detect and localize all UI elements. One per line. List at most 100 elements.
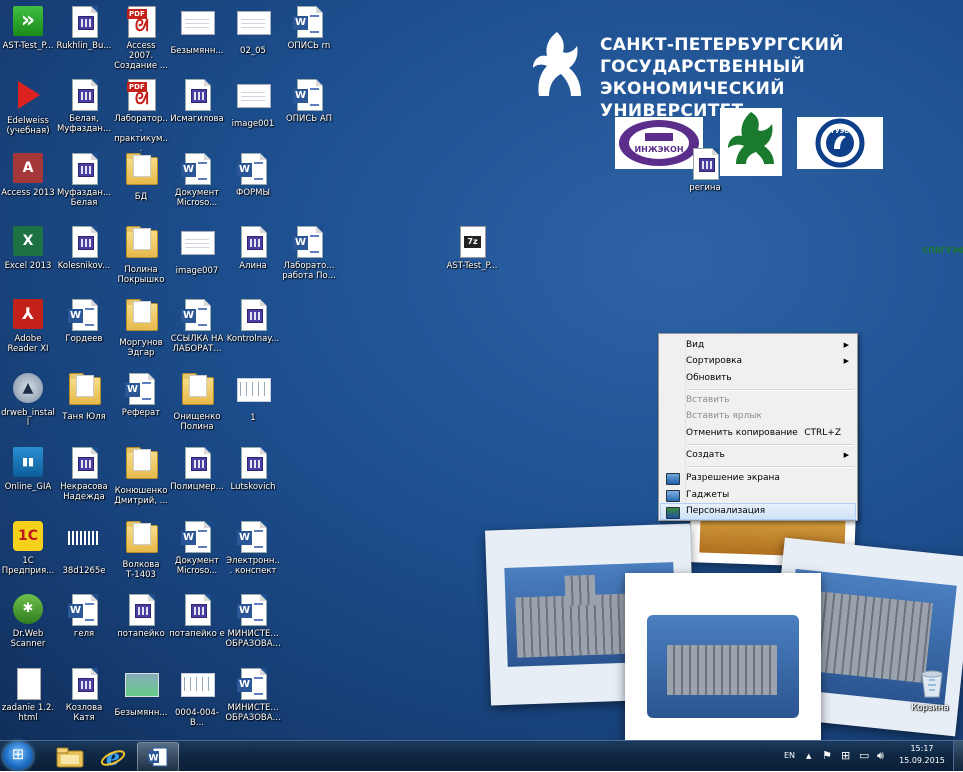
menu-item-refresh[interactable]: Обновить — [661, 370, 855, 386]
desktop-icon[interactable]: Lutskovich — [225, 447, 281, 492]
desktop-icon[interactable]: Муфаздан... Белая — [56, 153, 112, 208]
taskbar-ie-button[interactable]: e — [93, 742, 133, 770]
windows-flag-icon[interactable]: ⊞ — [841, 741, 850, 771]
desktop-icon[interactable]: Козлова Катя — [56, 668, 112, 723]
desktop-icon[interactable]: 02_05 — [225, 6, 281, 56]
griffin-logo-icon — [533, 32, 581, 96]
desktop-icon[interactable]: image007 — [169, 226, 225, 276]
desktop-icon[interactable]: W Документ Microso... — [169, 521, 225, 576]
desktop-icon[interactable]: Онищенко Полина — [169, 373, 225, 432]
desktop-icon[interactable]: Безымянн... — [169, 6, 225, 56]
desktop-icon[interactable]: ▲ drweb_install — [0, 373, 56, 428]
menu-item-screen-resolution[interactable]: Разрешение экрана — [661, 470, 855, 486]
start-button[interactable] — [3, 742, 33, 770]
desktop[interactable]: САНКТ-ПЕТЕРБУРГСКИЙ ГОСУДАРСТВЕННЫЙ ЭКОН… — [0, 0, 963, 740]
desktop-icon[interactable]: A Access 2013 — [0, 153, 56, 198]
desktop-icon[interactable]: 38d1265e — [56, 521, 112, 576]
desktop-icon[interactable]: PDF ᘛ Access 2007. Создание ... — [113, 6, 169, 71]
desktop-icon[interactable]: W Лаборато... работа По... — [281, 226, 337, 281]
desktop-icon[interactable]: » AST-Test_P... — [0, 6, 56, 51]
desktop-icon[interactable]: Edelweiss (учебная) — [0, 79, 56, 136]
application-file-icon — [68, 447, 100, 479]
desktop-icon[interactable]: потапейко е — [169, 594, 225, 639]
menu-item-undo-copy[interactable]: Отменить копирование CTRL+Z — [661, 425, 855, 441]
desktop-icon[interactable]: X Excel 2013 — [0, 226, 56, 271]
menu-item-label: Создать — [686, 450, 725, 460]
volume-icon[interactable]: 🔊︎ — [877, 741, 884, 771]
desktop-icon[interactable]: W МИНИСТЕ... ОБРАЗОВА... — [225, 668, 281, 723]
taskbar-explorer-button[interactable] — [50, 742, 90, 770]
desktop-icon[interactable]: Безымянн... — [113, 668, 169, 718]
word-document-icon: W — [237, 153, 269, 185]
desktop-icon[interactable]: W Гордеев — [56, 299, 112, 344]
desktop-icon[interactable]: ▮▮ Online_GIA — [0, 447, 56, 492]
desktop-icon[interactable]: W ОПИСЬ rn — [281, 6, 337, 51]
desktop-icon[interactable]: W Реферат — [113, 373, 169, 418]
desktop-icon[interactable]: ⅄ Adobe Reader XI — [0, 299, 56, 354]
archive-7z-icon: 7z — [456, 226, 488, 258]
menu-item-label: Разрешение экрана — [686, 473, 780, 483]
desktop-icon[interactable]: Kolesnikov... — [56, 226, 112, 271]
menu-item-label: Вставить — [686, 395, 730, 405]
desktop-icon-label: ОПИСЬ rn — [287, 41, 331, 51]
menu-item-create[interactable]: Создать ▶ — [661, 447, 855, 463]
show-desktop-button[interactable] — [953, 741, 963, 771]
application-file-icon — [689, 148, 721, 180]
desktop-icon[interactable]: Исмагилова — [169, 79, 225, 124]
desktop-icon[interactable]: W ССЫЛКА НА ЛАБОРАТ... — [169, 299, 225, 354]
menu-item-personalize[interactable]: Персонализация — [660, 503, 856, 520]
desktop-icon[interactable]: регина — [677, 148, 733, 193]
desktop-icon[interactable]: потапейко — [113, 594, 169, 639]
desktop-icon[interactable]: Kontrolnay... — [225, 299, 281, 344]
desktop-icon[interactable]: 1С 1С Предприя... — [0, 521, 56, 576]
desktop-icon[interactable]: 1 — [225, 373, 281, 423]
application-file-icon — [125, 594, 157, 626]
desktop-icon[interactable]: Конюшенко Дмитрий, ... — [113, 447, 169, 506]
desktop-icon[interactable]: БД — [113, 153, 169, 202]
desktop-icon-label: ССЫЛКА НА ЛАБОРАТ... — [170, 334, 224, 354]
image-file-icon — [237, 11, 271, 43]
desktop-icon[interactable]: Таня Юля — [56, 373, 112, 422]
desktop-icon[interactable]: Корзина — [902, 668, 958, 713]
desktop-icon[interactable]: 0004-004-В... — [169, 668, 225, 728]
desktop-icon[interactable]: Некрасова Надежда — [56, 447, 112, 502]
desktop-icon[interactable]: zadanie 1.2. html — [0, 668, 56, 723]
building-tower-image — [564, 574, 596, 606]
display-icon — [666, 473, 680, 485]
desktop-icon[interactable]: W Электронн... конспект — [225, 521, 281, 576]
menu-item-sort[interactable]: Сортировка ▶ — [661, 353, 855, 369]
desktop-icon[interactable]: ✱ Dr.Web Scanner — [0, 594, 56, 649]
desktop-icon[interactable]: Полицмер... — [169, 447, 225, 492]
image-file-icon — [125, 673, 159, 705]
system-clock[interactable]: 15:17 15.09.2015 — [896, 743, 948, 767]
word-document-icon: W — [293, 79, 325, 111]
desktop-icon[interactable]: Rukhlin_Bu... — [56, 6, 112, 51]
desktop-icon[interactable]: W ФОРМЫ — [225, 153, 281, 198]
desktop-icon[interactable]: image001 — [225, 79, 281, 129]
desktop-icon[interactable]: Полина Покрышко — [113, 226, 169, 285]
spbgief-text: СПбГУЭФ — [922, 246, 963, 255]
desktop-icon[interactable]: W Документ Microso... — [169, 153, 225, 208]
desktop-icon[interactable]: W МИНИСТЕ... ОБРАЗОВА... — [225, 594, 281, 649]
desktop-icon[interactable]: Алина — [225, 226, 281, 271]
desktop-icon[interactable]: W ОПИСЬ АП — [281, 79, 337, 124]
desktop-icon[interactable]: 7z AST-Test_P... — [444, 226, 500, 271]
menu-item-view[interactable]: Вид ▶ — [661, 337, 855, 353]
desktop-icon[interactable]: PDF ᘛ Лаборатор... практикум... — [113, 79, 169, 154]
desktop-icon-label: Лаборато... работа По... — [282, 261, 336, 281]
desktop-icon-label: 38d1265e — [62, 566, 106, 576]
language-indicator[interactable]: EN — [784, 741, 795, 771]
desktop-context-menu[interactable]: Вид ▶ Сортировка ▶ Обновить Вставить Вст… — [658, 333, 858, 521]
desktop-icon-label: zadanie 1.2. html — [1, 703, 55, 723]
menu-item-gadgets[interactable]: Гаджеты — [661, 487, 855, 503]
desktop-icon[interactable]: Wгеля — [56, 594, 112, 639]
action-center-flag-icon[interactable]: ⚑ — [822, 741, 832, 771]
desktop-icon[interactable]: Волкова Т-1403 — [113, 521, 169, 580]
desktop-icon-label: 1 — [250, 413, 256, 423]
taskbar-word-button[interactable]: W — [137, 742, 179, 772]
tray-expand-icon[interactable]: ▲ — [806, 741, 811, 771]
word-document-icon: W — [68, 299, 100, 331]
desktop-icon[interactable]: Моргунов Эдгар — [113, 299, 169, 358]
desktop-icon[interactable]: Белая, Муфаздан... — [56, 79, 112, 134]
network-icon[interactable]: ▭ — [859, 741, 869, 771]
